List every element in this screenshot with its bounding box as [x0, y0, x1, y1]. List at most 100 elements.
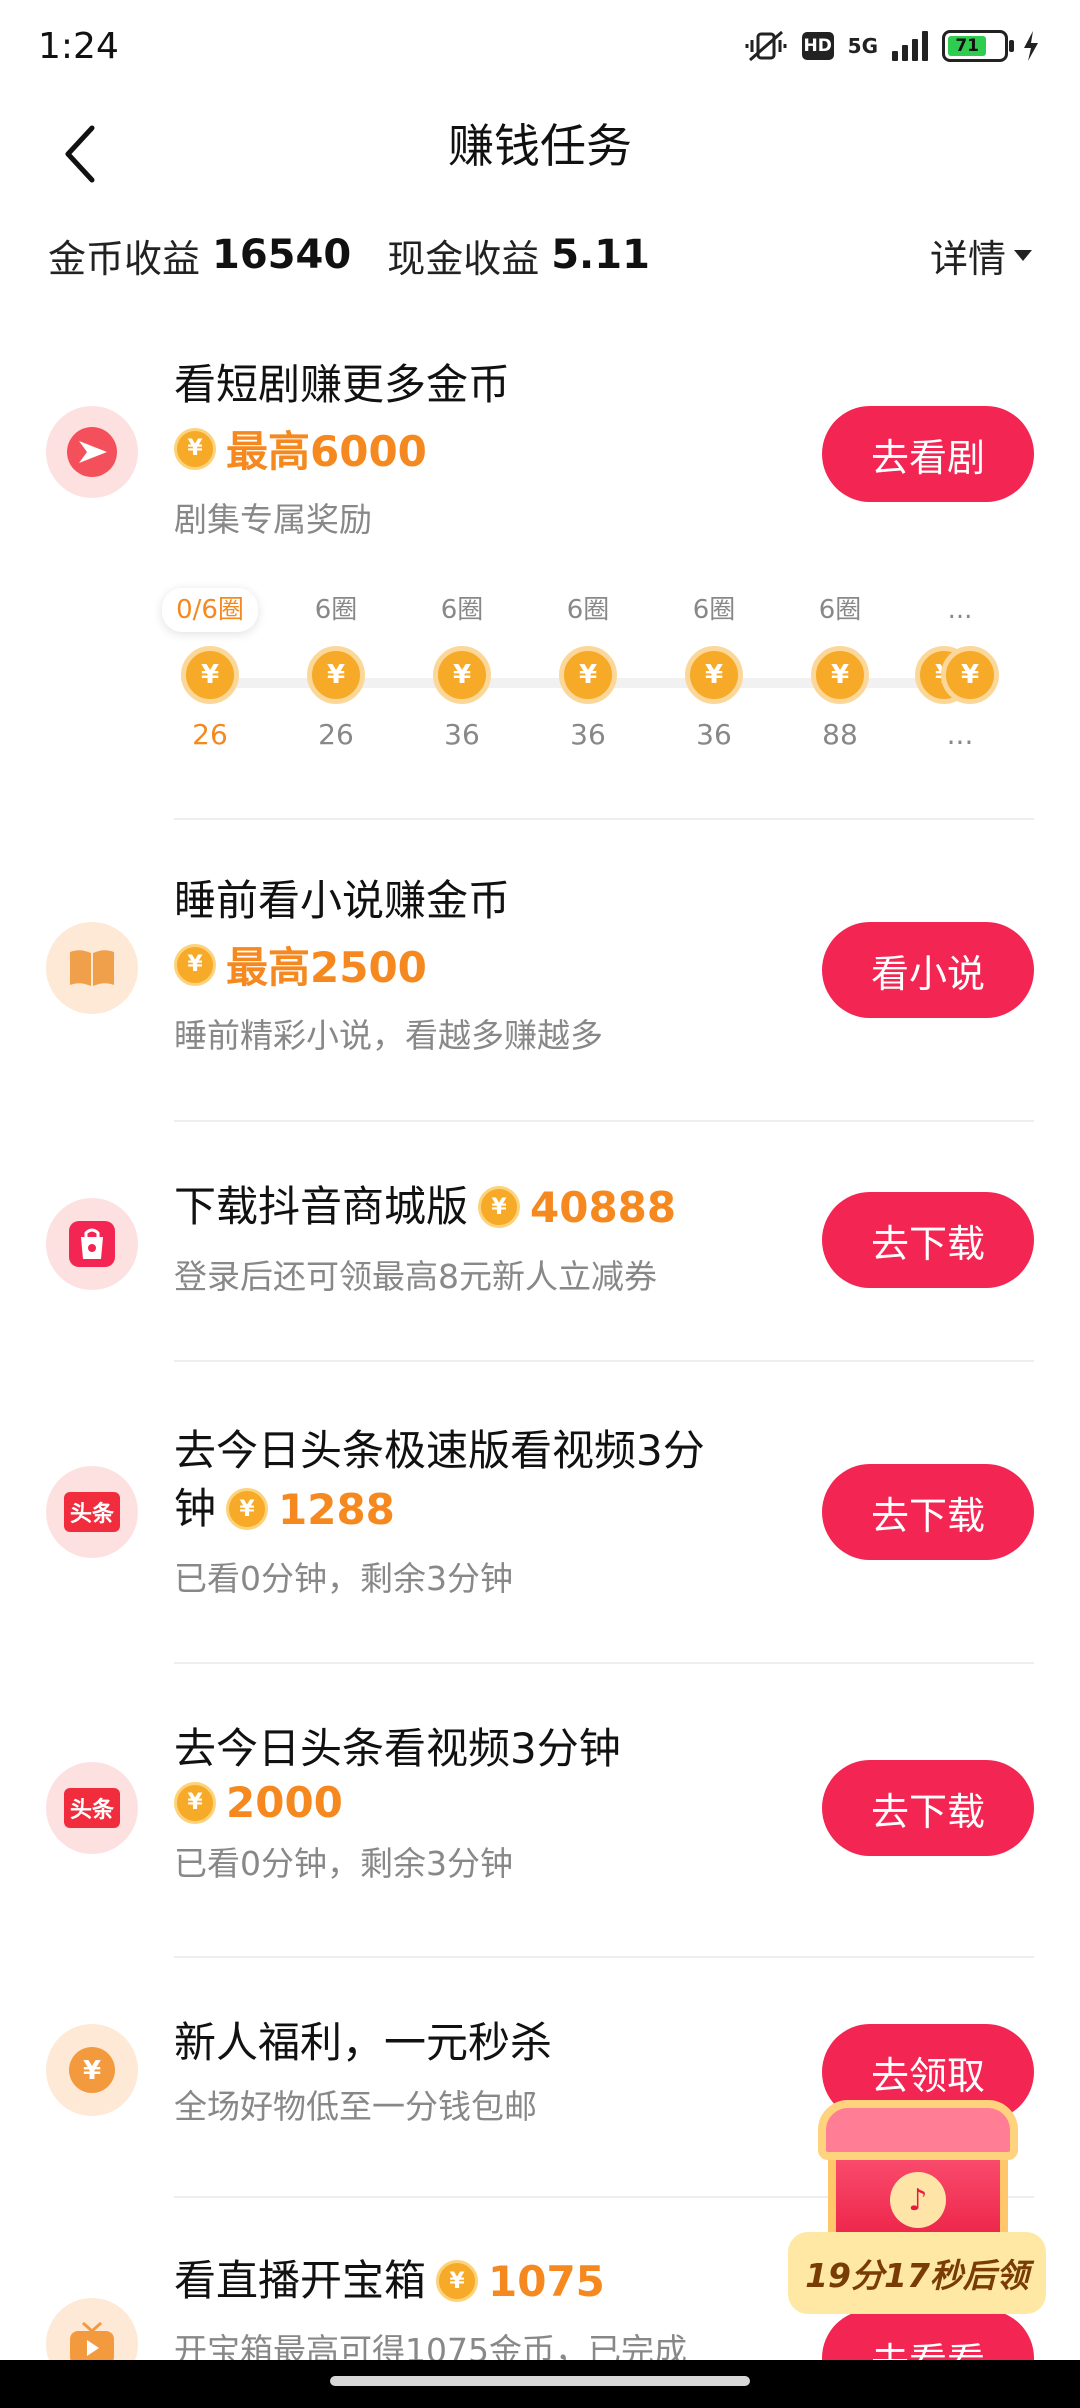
coin-icon: ¥ [811, 646, 869, 704]
status-time: 1:24 [38, 26, 119, 67]
divider [174, 1120, 1034, 1122]
progress-step: ... ¥ ¥ ... [900, 588, 1020, 751]
coin-icon: ¥ [174, 1781, 216, 1824]
coin-icon: ¥ [436, 2260, 479, 2302]
step-value: 36 [444, 718, 480, 751]
header: 赚钱任务 [0, 96, 1080, 216]
step-value: 26 [318, 718, 354, 751]
toutiao-lite-icon: 头条 [46, 1466, 138, 1558]
task-title: 新人福利，一元秒杀 [174, 2018, 553, 2067]
step-value: ... [946, 718, 974, 751]
progress-step: 6圈 ¥ 26 [276, 588, 396, 751]
status-icons: HD 5G 71 [744, 28, 1040, 64]
round-progress-track: 0/6圈 ¥ 26 6圈 ¥ 26 6圈 ¥ 36 6圈 ¥ 36 6圈 ¥ 3… [162, 588, 1034, 768]
read-novel-button[interactable]: 看小说 [822, 922, 1034, 1018]
step-label: ... [947, 595, 973, 625]
reward-amount: 最高2500 [226, 943, 427, 992]
task-subtitle: 全场好物低至一分钱包邮 [174, 2087, 537, 2126]
step-label: 0/6圈 [162, 588, 258, 632]
battery-level: 71 [948, 36, 987, 56]
system-nav-bar [0, 2360, 1080, 2408]
step-label: 6圈 [440, 595, 484, 625]
coin-earnings-label: 金币收益 [48, 236, 201, 281]
coin-icon: ¥ [478, 1186, 521, 1228]
progress-step: 6圈 ¥ 88 [780, 588, 900, 751]
step-value: 36 [696, 718, 732, 751]
reward-line: ¥ 最高2500 [174, 934, 784, 995]
progress-step: 6圈 ¥ 36 [402, 588, 522, 751]
task-subtitle: 剧集专属奖励 [174, 500, 372, 539]
details-label: 详情 [929, 236, 1006, 281]
reward-amount: 40888 [530, 1182, 677, 1232]
status-bar: 1:24 HD 5G 71 [0, 0, 1080, 96]
page-title: 赚钱任务 [448, 119, 632, 173]
progress-step: 6圈 ¥ 36 [528, 588, 648, 751]
step-value: 36 [570, 718, 606, 751]
coin-icon: ¥ [174, 943, 216, 986]
stacked-coins-icon: ¥ ¥ [915, 646, 1005, 704]
cash-earnings-label: 现金收益 [387, 236, 540, 281]
divider [174, 1956, 1034, 1958]
task-title: 去今日头条看视频3分钟 [174, 1724, 621, 1773]
earnings-summary: 金币收益 16540 现金收益 5.11 详情 [48, 222, 1032, 288]
yuan-icon: ¥ [46, 2024, 138, 2116]
drama-icon [46, 406, 138, 498]
chest-lid [818, 2100, 1018, 2160]
task-title: 看短剧赚更多金币 [174, 360, 511, 409]
mute-vibrate-icon [744, 28, 788, 64]
toutiao-logo-text: 头条 [63, 1492, 120, 1532]
book-icon [46, 922, 138, 1014]
coin-icon: ¥ [433, 646, 491, 704]
coin-icon: ¥ [174, 427, 216, 470]
shopping-bag-icon [46, 1198, 138, 1290]
coin-earnings-value: 16540 [212, 232, 352, 278]
step-label: 6圈 [566, 595, 610, 625]
hd-badge: HD [801, 32, 834, 60]
divider [174, 1360, 1034, 1362]
coin-icon: ¥ [941, 646, 999, 704]
reward-line: ¥ 最高6000 [174, 418, 784, 479]
task-title: 去今日头条极速版看视频3分 [174, 1426, 705, 1475]
chest-countdown[interactable]: 19分17秒后领 [788, 2232, 1046, 2314]
divider [174, 818, 1034, 820]
toutiao-icon: 头条 [46, 1762, 138, 1854]
task-title: 看直播开宝箱 [174, 2256, 427, 2305]
reward-amount: 1288 [278, 1484, 395, 1534]
watch-drama-button[interactable]: 去看剧 [822, 406, 1034, 502]
coin-icon: ¥ [559, 646, 617, 704]
signal-icon [892, 31, 928, 61]
task-subtitle: 已看0分钟，剩余3分钟 [174, 1559, 513, 1598]
network-label: 5G [847, 34, 878, 58]
step-label: 6圈 [692, 595, 736, 625]
step-label: 6圈 [818, 595, 862, 625]
reward-amount: 最高6000 [226, 427, 427, 476]
download-toutiao-lite-button[interactable]: 去下载 [822, 1464, 1034, 1560]
charging-icon [1022, 31, 1040, 61]
progress-step: 0/6圈 ¥ 26 [150, 588, 270, 751]
task-title: 睡前看小说赚金币 [174, 876, 511, 925]
home-gesture-handle[interactable] [330, 2376, 750, 2386]
title-line-2: 钟 ¥ 1288 [174, 1480, 784, 1538]
task-subtitle: 睡前精彩小说，看越多赚越多 [174, 1016, 603, 1055]
coin-icon: ¥ [307, 646, 365, 704]
download-douyin-mall-button[interactable]: 去下载 [822, 1192, 1034, 1288]
details-dropdown[interactable]: 详情 [930, 228, 1032, 283]
task-subtitle: 登录后还可领最高8元新人立减券 [174, 1257, 657, 1296]
download-toutiao-button[interactable]: 去下载 [822, 1760, 1034, 1856]
caret-down-icon [1014, 249, 1032, 261]
step-value: 26 [192, 718, 228, 751]
task-title: 下载抖音商城版 [174, 1182, 469, 1231]
task-title-continued: 钟 [174, 1484, 217, 1533]
step-label: 6圈 [314, 595, 358, 625]
reward-amount: 2000 [226, 1778, 343, 1827]
progress-step: 6圈 ¥ 36 [654, 588, 774, 751]
step-value: 88 [822, 718, 858, 751]
douyin-logo-icon: ♪ [890, 2172, 946, 2228]
title-line: 下载抖音商城版 ¥ 40888 [174, 1178, 784, 1236]
divider [174, 1662, 1034, 1664]
toutiao-logo-text: 头条 [63, 1788, 120, 1828]
svg-text:¥: ¥ [83, 2056, 101, 2086]
task-subtitle: 已看0分钟，剩余3分钟 [174, 1844, 513, 1883]
battery-icon: 71 [942, 30, 1014, 62]
coin-icon: ¥ [226, 1488, 269, 1530]
